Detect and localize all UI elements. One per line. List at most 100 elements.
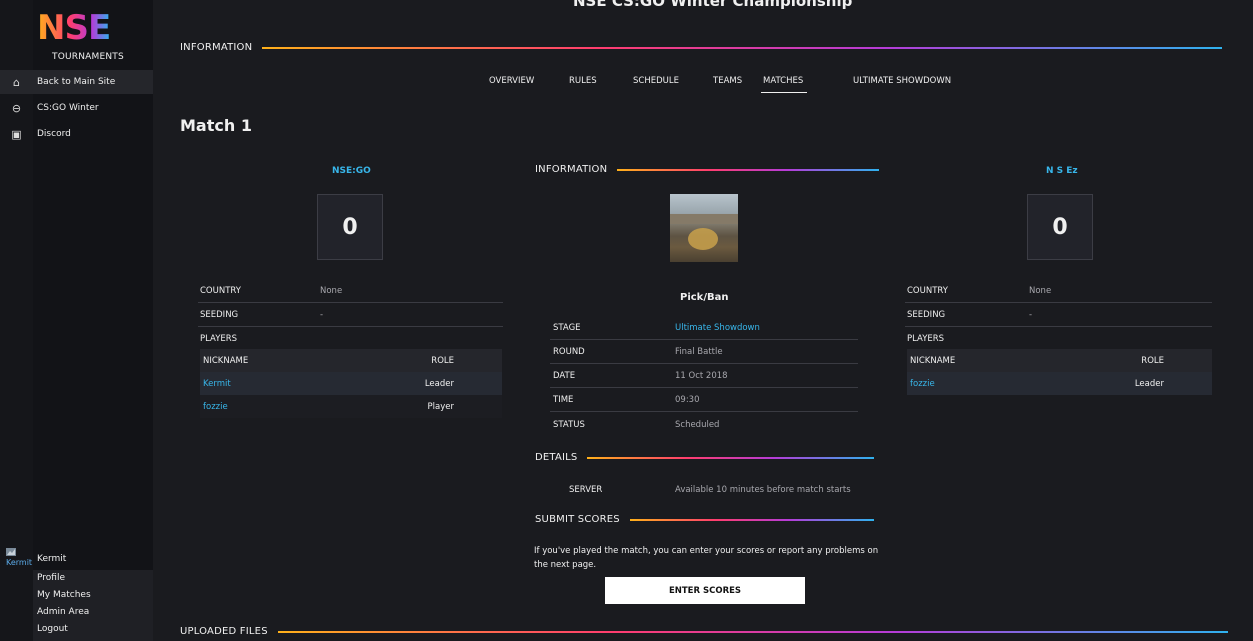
- gradient-divider: [617, 168, 880, 171]
- team2-country-row: COUNTRY None: [905, 279, 1212, 303]
- col-role: ROLE: [1141, 355, 1164, 366]
- table-row: fozzie Player: [200, 395, 502, 418]
- player-role: Player: [427, 401, 454, 412]
- sidebar: NSE TOURNAMENTS ⌂ Back to Main Site ⊖ CS…: [0, 0, 153, 641]
- gradient-divider: [277, 630, 1228, 633]
- seeding-value: -: [1029, 309, 1033, 320]
- server-value: Available 10 minutes before match starts: [675, 485, 851, 495]
- logo-subtitle: TOURNAMENTS: [52, 52, 124, 62]
- status-value: Scheduled: [675, 419, 720, 430]
- submit-scores-text: If you've played the match, you can ente…: [534, 546, 879, 570]
- submit-scores-header: SUBMIT SCORES: [535, 514, 874, 525]
- tab-overview[interactable]: OVERVIEW: [489, 76, 534, 92]
- sidebar-item-discord[interactable]: ▣ Discord: [0, 122, 153, 146]
- user-name[interactable]: Kermit: [37, 554, 66, 564]
- table-header: NICKNAME ROLE: [200, 349, 502, 372]
- sidebar-item-main-site[interactable]: ⌂ Back to Main Site: [0, 70, 153, 94]
- country-value: None: [320, 285, 343, 296]
- team1-players-table: NICKNAME ROLE Kermit Leader fozzie Playe…: [200, 349, 502, 418]
- seeding-label: SEEDING: [907, 309, 946, 320]
- country-label: COUNTRY: [200, 285, 241, 296]
- enter-scores-button[interactable]: ENTER SCORES: [605, 577, 805, 604]
- team1-name[interactable]: NSE:GO: [332, 166, 371, 176]
- pick-ban-label[interactable]: Pick/Ban: [680, 292, 728, 303]
- main-content: NSE CS:GO Winter Championship INFORMATIO…: [153, 0, 1253, 641]
- country-label: COUNTRY: [907, 285, 948, 296]
- seeding-label: SEEDING: [200, 309, 239, 320]
- profile-link[interactable]: Profile: [37, 573, 65, 583]
- nse-logo[interactable]: NSE: [37, 8, 127, 48]
- team2-players-table: NICKNAME ROLE fozzie Leader: [907, 349, 1212, 395]
- uploaded-files-header: UPLOADED FILES: [180, 626, 1228, 637]
- col-nickname: NICKNAME: [910, 355, 956, 366]
- team1-country-row: COUNTRY None: [198, 279, 503, 303]
- round-value: Final Battle: [675, 347, 723, 357]
- player-role: Leader: [1134, 378, 1164, 389]
- stage-label: STAGE: [553, 323, 581, 333]
- col-role: ROLE: [431, 355, 454, 366]
- table-row: Kermit Leader: [200, 372, 502, 395]
- date-value: 11 Oct 2018: [675, 371, 728, 381]
- time-value: 09:30: [675, 395, 700, 405]
- page-title: NSE CS:GO Winter Championship: [573, 0, 853, 10]
- country-value: None: [1029, 285, 1052, 296]
- date-label: DATE: [553, 371, 576, 381]
- table-row: fozzie Leader: [907, 372, 1212, 395]
- team2-score: 0: [1027, 194, 1093, 260]
- round-label: ROUND: [553, 347, 585, 357]
- team2-name[interactable]: N S Ez: [1046, 166, 1078, 176]
- tab-matches[interactable]: MATCHES: [761, 76, 808, 93]
- my-matches-link[interactable]: My Matches: [37, 590, 91, 600]
- tab-rules[interactable]: RULES: [569, 76, 597, 92]
- tab-teams[interactable]: TEAMS: [713, 76, 742, 92]
- home-icon: ⌂: [13, 75, 20, 89]
- section-title: UPLOADED FILES: [180, 626, 268, 637]
- team1-seeding-row: SEEDING -: [198, 303, 503, 327]
- player-role: Leader: [424, 378, 454, 389]
- col-nickname: NICKNAME: [203, 355, 249, 366]
- gradient-divider: [629, 518, 874, 521]
- team2-seeding-row: SEEDING -: [905, 303, 1212, 327]
- team1-players-label: PLAYERS: [200, 334, 238, 344]
- logo-text: NSE: [37, 8, 111, 48]
- details-header: DETAILS: [535, 452, 875, 463]
- map-image: [670, 194, 738, 262]
- avatar-alt-text: Kermit: [6, 558, 33, 567]
- section-title: SUBMIT SCORES: [535, 514, 620, 525]
- team1-score: 0: [317, 194, 383, 260]
- match-information-header: INFORMATION: [535, 164, 880, 175]
- server-label: SERVER: [569, 485, 603, 495]
- logout-link[interactable]: Logout: [37, 624, 68, 634]
- avatar[interactable]: Kermit: [6, 548, 32, 567]
- sidebar-item-csgo-winter[interactable]: ⊖ CS:GO Winter: [0, 96, 153, 120]
- stage-value-link[interactable]: Ultimate Showdown: [675, 323, 760, 333]
- admin-area-link[interactable]: Admin Area: [37, 607, 89, 617]
- round-row: ROUND Final Battle: [550, 341, 858, 364]
- tab-schedule[interactable]: SCHEDULE: [633, 76, 679, 92]
- gradient-divider: [262, 46, 1223, 49]
- section-title: INFORMATION: [535, 164, 608, 175]
- status-label: STATUS: [553, 419, 585, 430]
- sidebar-item-label: Discord: [37, 129, 71, 139]
- match-title: Match 1: [180, 116, 252, 135]
- team2-players-label: PLAYERS: [907, 334, 945, 344]
- seeding-value: -: [320, 309, 324, 320]
- time-row: TIME 09:30: [550, 389, 858, 412]
- information-section-header: INFORMATION: [180, 42, 1223, 53]
- player-nickname[interactable]: fozzie: [910, 379, 935, 389]
- status-row: STATUS Scheduled: [550, 413, 858, 436]
- gradient-divider: [587, 456, 875, 459]
- sidebar-item-label: CS:GO Winter: [37, 103, 99, 113]
- stage-row: STAGE Ultimate Showdown: [550, 317, 858, 340]
- section-title: DETAILS: [535, 452, 578, 463]
- tab-ultimate-showdown[interactable]: ULTIMATE SHOWDOWN: [853, 76, 951, 92]
- table-header: NICKNAME ROLE: [907, 349, 1212, 372]
- chat-icon: ▣: [11, 127, 22, 141]
- player-nickname[interactable]: Kermit: [203, 379, 231, 389]
- time-label: TIME: [553, 395, 574, 405]
- date-row: DATE 11 Oct 2018: [550, 365, 858, 388]
- controller-icon: ⊖: [11, 101, 22, 115]
- sidebar-item-label: Back to Main Site: [37, 77, 116, 87]
- section-title: INFORMATION: [180, 42, 253, 53]
- player-nickname[interactable]: fozzie: [203, 402, 228, 412]
